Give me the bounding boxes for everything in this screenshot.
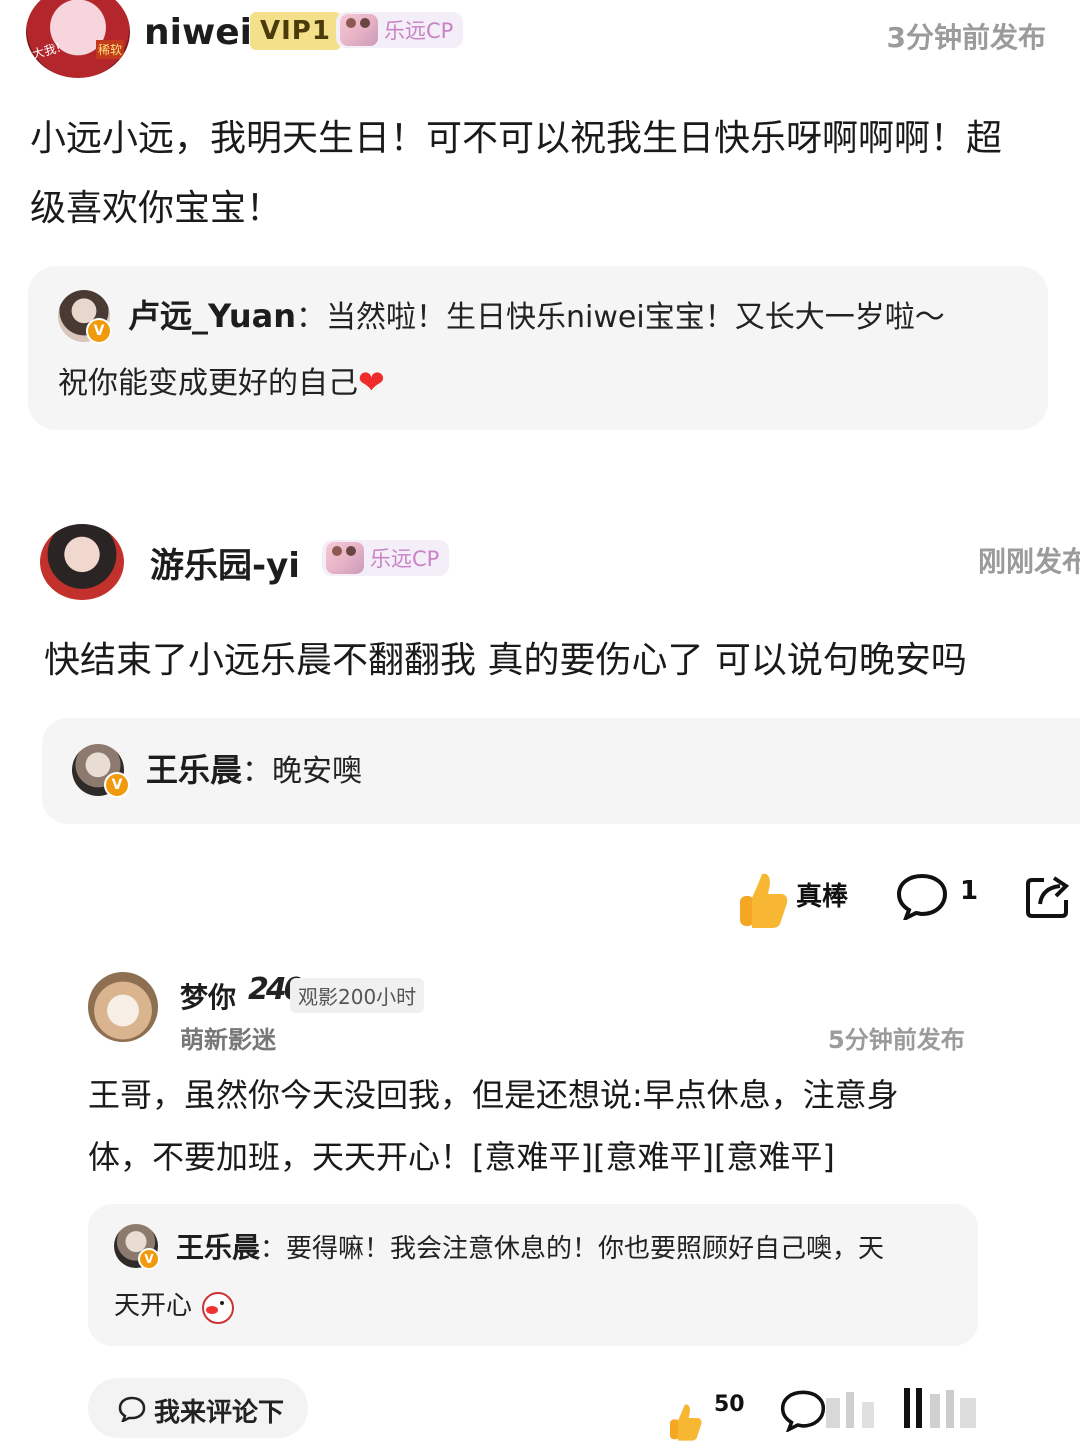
reply-text: 祝你能变成更好的自己 [58,366,358,401]
comment-input-button[interactable]: 我来评论下 [88,1378,308,1438]
comment-input-label: 我来评论下 [154,1398,285,1428]
cp-badge-icon [326,542,364,574]
verified-icon: V [86,318,112,344]
heart-emoji-icon: ❤ [358,363,385,401]
cp-badge[interactable]: 乐远CP [336,12,464,48]
reply-text: 当然啦！生日快乐niwei宝宝！又长大一岁啦～ [326,300,945,335]
comment-button[interactable]: 1 [896,872,986,922]
reply-box[interactable]: V 王乐晨：晚安噢 [42,718,1080,824]
watermark-bars [826,1388,986,1432]
post-text: 快结束了小远乐晨不翻翻我 真的要伤心了 可以说句晚安吗 [44,640,967,681]
reply-content-line2: 天开心 [114,1278,236,1334]
reply-text: 天开心 [114,1291,193,1321]
user-subtitle: 萌新影迷 [180,1026,276,1054]
post-time: 刚刚发布 [978,545,1080,578]
post-text: 王哥，虽然你今天没回我，但是还想说:早点休息，注意身 体，不要加班，天天开心！[… [88,1064,968,1188]
post-time: 5分钟前发布 [828,1026,965,1054]
reply-separator: ： [260,1234,287,1264]
reply-text: 晚安噢 [272,754,363,789]
like-button[interactable]: 50 [666,1388,756,1441]
reply-content-line2: 祝你能变成更好的自己❤ [58,350,385,416]
post-time-clip: 刚刚发布 [978,540,1080,580]
post-text-line: 级喜欢你宝宝！ [30,188,283,229]
post-text: 小远小远，我明天生日！可不可以祝我生日快乐呀啊啊啊！超 级喜欢你宝宝！ [30,104,1060,244]
reply-content: 卢远_Yuan：当然啦！生日快乐niwei宝宝！又长大一岁啦～ [128,284,1028,350]
share-button[interactable] [1024,872,1072,920]
verified-icon: V [104,772,130,798]
reply-content: 王乐晨：晚安噢 [146,738,362,804]
post-text-line: 体，不要加班，天天开心！[意难平][意难平][意难平] [88,1138,835,1176]
reply-content: 王乐晨：要得嘛！我会注意休息的！你也要照顾好自己噢，天 [176,1220,884,1277]
thumbs-up-icon [670,1404,702,1441]
reply-separator: ： [296,300,327,335]
verified-icon: V [138,1248,160,1270]
user-avatar[interactable]: 大我! 稀软 [26,0,130,78]
avatar-sticker-text: 大我! [30,40,63,62]
cp-badge-label: 乐远CP [384,19,454,43]
user-avatar[interactable] [88,972,158,1042]
avatar-sticker-text: 稀软 [96,40,125,59]
username[interactable]: 游乐园-yi [150,538,300,587]
share-icon [1026,876,1070,918]
cp-badge-icon [340,14,378,46]
comment-bubble-icon [118,1396,146,1422]
user-avatar[interactable] [40,524,124,600]
reply-author[interactable]: 王乐晨 [176,1231,260,1264]
like-count: 50 [714,1392,745,1417]
username[interactable]: 梦你 [180,976,236,1016]
like-label: 真棒 [796,882,849,912]
post-text-line: 王哥，虽然你今天没回我，但是还想说:早点休息，注意身 [88,1076,899,1114]
thumbs-up-icon [740,873,788,928]
reply-box[interactable]: V 卢远_Yuan：当然啦！生日快乐niwei宝宝！又长大一岁啦～ 祝你能变成更… [28,266,1048,430]
vip-badge: VIP1 [250,12,341,50]
reply-author[interactable]: 卢远_Yuan [128,297,296,335]
reply-author[interactable]: 王乐晨 [146,751,242,789]
watch-hours-badge: 观影200小时 [290,978,425,1013]
comment-count: 1 [960,876,979,906]
comment-bubble-icon [780,1390,826,1434]
post-text-line: 小远小远，我明天生日！可不可以祝我生日快乐呀啊啊啊！超 [30,118,1003,159]
like-button[interactable]: 真棒 [738,870,858,930]
cp-badge[interactable]: 乐远CP [322,540,450,576]
username[interactable]: niwei [144,12,252,53]
duck-emoji-icon [202,1291,235,1324]
reply-separator: ： [242,754,273,789]
comment-button[interactable] [780,1388,830,1434]
post-time: 3分钟前发布 [886,21,1046,54]
reply-box[interactable]: V 王乐晨：要得嘛！我会注意休息的！你也要照顾好自己噢，天 天开心 [88,1204,978,1346]
reply-text: 要得嘛！我会注意休息的！你也要照顾好自己噢，天 [286,1234,885,1264]
comment-bubble-icon [896,873,948,920]
cp-badge-label: 乐远CP [370,547,440,571]
